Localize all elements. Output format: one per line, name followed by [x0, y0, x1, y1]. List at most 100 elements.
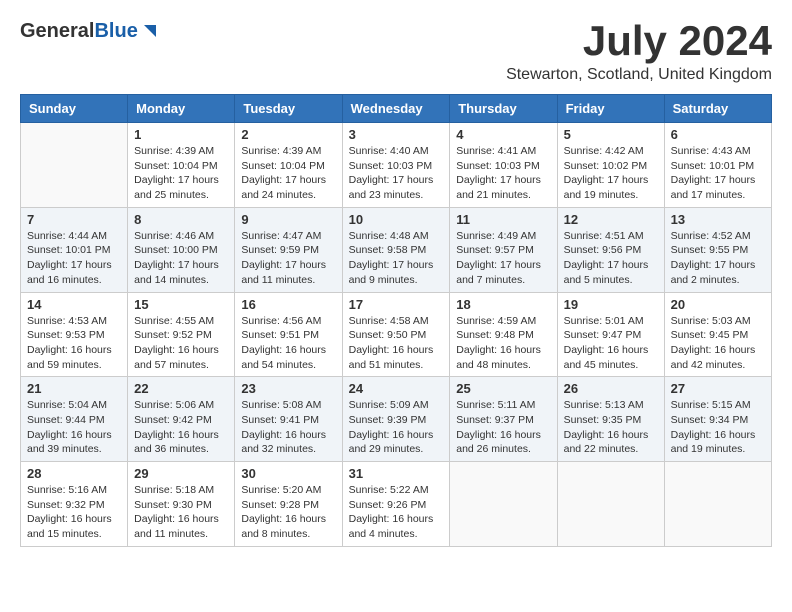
calendar-cell: 3 Sunrise: 4:40 AMSunset: 10:03 PMDayligh…: [342, 123, 450, 208]
calendar-cell: 19 Sunrise: 5:01 AMSunset: 9:47 PMDayligh…: [557, 292, 664, 377]
day-info: Sunrise: 4:46 AMSunset: 10:00 PMDaylight…: [134, 229, 228, 288]
calendar-cell: 23Sunrise: 5:08 AMSunset: 9:41 PMDayligh…: [235, 377, 342, 462]
day-number: 5: [564, 127, 658, 142]
day-info: Sunrise: 5:18 AMSunset: 9:30 PMDaylight:…: [134, 483, 228, 542]
day-info: Sunrise: 4:43 AMSunset: 10:01 PMDaylight…: [671, 144, 765, 203]
day-number: 31: [349, 466, 444, 481]
day-number: 9: [241, 212, 335, 227]
day-info: Sunrise: 4:44 AMSunset: 10:01 PMDaylight…: [27, 229, 121, 288]
day-info: Sunrise: 5:16 AMSunset: 9:32 PMDaylight:…: [27, 483, 121, 542]
logo: General Blue: [20, 20, 156, 43]
day-number: 12: [564, 212, 658, 227]
day-info: Sunrise: 5:20 AMSunset: 9:28 PMDaylight:…: [241, 483, 335, 542]
calendar-cell: 16 Sunrise: 4:56 AMSunset: 9:51 PMDayligh…: [235, 292, 342, 377]
calendar-cell: 14Sunrise: 4:53 AMSunset: 9:53 PMDayligh…: [21, 292, 128, 377]
day-number: 4: [456, 127, 550, 142]
day-info: Sunrise: 4:52 AMSunset: 9:55 PMDaylight:…: [671, 229, 765, 288]
day-info: Sunrise: 5:01 AMSunset: 9:47 PMDaylight:…: [564, 314, 658, 373]
day-info: Sunrise: 4:47 AMSunset: 9:59 PMDaylight:…: [241, 229, 335, 288]
calendar-cell: 7 Sunrise: 4:44 AMSunset: 10:01 PMDayligh…: [21, 207, 128, 292]
calendar-cell: 11Sunrise: 4:49 AMSunset: 9:57 PMDayligh…: [450, 207, 557, 292]
weekday-header: Saturday: [664, 95, 771, 123]
calendar-cell: [21, 123, 128, 208]
weekday-header: Sunday: [21, 95, 128, 123]
weekday-header: Wednesday: [342, 95, 450, 123]
calendar-cell: 31 Sunrise: 5:22 AMSunset: 9:26 PMDayligh…: [342, 462, 450, 547]
calendar-week-row: 21 Sunrise: 5:04 AMSunset: 9:44 PMDayligh…: [21, 377, 772, 462]
calendar-cell: 28 Sunrise: 5:16 AMSunset: 9:32 PMDayligh…: [21, 462, 128, 547]
day-number: 27: [671, 381, 765, 396]
day-info: Sunrise: 4:55 AMSunset: 9:52 PMDaylight:…: [134, 314, 228, 373]
calendar-cell: 21 Sunrise: 5:04 AMSunset: 9:44 PMDayligh…: [21, 377, 128, 462]
calendar-cell: 25Sunrise: 5:11 AMSunset: 9:37 PMDayligh…: [450, 377, 557, 462]
calendar-cell: 2 Sunrise: 4:39 AMSunset: 10:04 PMDayligh…: [235, 123, 342, 208]
day-number: 30: [241, 466, 335, 481]
day-number: 26: [564, 381, 658, 396]
calendar-cell: 24 Sunrise: 5:09 AMSunset: 9:39 PMDayligh…: [342, 377, 450, 462]
day-number: 3: [349, 127, 444, 142]
calendar-cell: 5 Sunrise: 4:42 AMSunset: 10:02 PMDayligh…: [557, 123, 664, 208]
calendar-cell: 9 Sunrise: 4:47 AMSunset: 9:59 PMDaylight…: [235, 207, 342, 292]
day-number: 29: [134, 466, 228, 481]
logo-icon: [138, 23, 156, 41]
weekday-header: Monday: [128, 95, 235, 123]
day-number: 25: [456, 381, 550, 396]
day-number: 8: [134, 212, 228, 227]
day-info: Sunrise: 4:39 AMSunset: 10:04 PMDaylight…: [241, 144, 335, 203]
calendar-header-row: SundayMondayTuesdayWednesdayThursdayFrid…: [21, 95, 772, 123]
calendar-cell: 17Sunrise: 4:58 AMSunset: 9:50 PMDayligh…: [342, 292, 450, 377]
day-number: 18: [456, 297, 550, 312]
day-number: 28: [27, 466, 121, 481]
day-number: 17: [349, 297, 444, 312]
calendar-cell: 26 Sunrise: 5:13 AMSunset: 9:35 PMDayligh…: [557, 377, 664, 462]
day-number: 21: [27, 381, 121, 396]
calendar-cell: 22 Sunrise: 5:06 AMSunset: 9:42 PMDayligh…: [128, 377, 235, 462]
day-number: 22: [134, 381, 228, 396]
calendar-cell: 13Sunrise: 4:52 AMSunset: 9:55 PMDayligh…: [664, 207, 771, 292]
day-info: Sunrise: 5:06 AMSunset: 9:42 PMDaylight:…: [134, 398, 228, 457]
day-info: Sunrise: 5:03 AMSunset: 9:45 PMDaylight:…: [671, 314, 765, 373]
day-number: 20: [671, 297, 765, 312]
calendar-cell: 18 Sunrise: 4:59 AMSunset: 9:48 PMDayligh…: [450, 292, 557, 377]
day-info: Sunrise: 4:42 AMSunset: 10:02 PMDaylight…: [564, 144, 658, 203]
month-title: July 2024: [506, 20, 772, 62]
calendar-cell: [664, 462, 771, 547]
weekday-header: Thursday: [450, 95, 557, 123]
day-number: 11: [456, 212, 550, 227]
day-number: 6: [671, 127, 765, 142]
day-number: 10: [349, 212, 444, 227]
calendar-week-row: 28 Sunrise: 5:16 AMSunset: 9:32 PMDayligh…: [21, 462, 772, 547]
day-info: Sunrise: 4:40 AMSunset: 10:03 PMDaylight…: [349, 144, 444, 203]
day-info: Sunrise: 5:08 AMSunset: 9:41 PMDaylight:…: [241, 398, 335, 457]
day-info: Sunrise: 5:22 AMSunset: 9:26 PMDaylight:…: [349, 483, 444, 542]
day-number: 7: [27, 212, 121, 227]
day-info: Sunrise: 5:04 AMSunset: 9:44 PMDaylight:…: [27, 398, 121, 457]
calendar-cell: 4Sunrise: 4:41 AMSunset: 10:03 PMDayligh…: [450, 123, 557, 208]
day-info: Sunrise: 5:15 AMSunset: 9:34 PMDaylight:…: [671, 398, 765, 457]
location-text: Stewarton, Scotland, United Kingdom: [506, 66, 772, 84]
calendar-cell: 6 Sunrise: 4:43 AMSunset: 10:01 PMDayligh…: [664, 123, 771, 208]
weekday-header: Tuesday: [235, 95, 342, 123]
day-info: Sunrise: 4:48 AMSunset: 9:58 PMDaylight:…: [349, 229, 444, 288]
calendar-cell: 27 Sunrise: 5:15 AMSunset: 9:34 PMDayligh…: [664, 377, 771, 462]
day-info: Sunrise: 4:39 AMSunset: 10:04 PMDaylight…: [134, 144, 228, 203]
calendar-week-row: 7 Sunrise: 4:44 AMSunset: 10:01 PMDayligh…: [21, 207, 772, 292]
title-section: July 2024 Stewarton, Scotland, United Ki…: [506, 20, 772, 84]
logo-general-text: General: [20, 20, 94, 43]
day-info: Sunrise: 5:13 AMSunset: 9:35 PMDaylight:…: [564, 398, 658, 457]
day-number: 2: [241, 127, 335, 142]
day-number: 19: [564, 297, 658, 312]
calendar-cell: 10 Sunrise: 4:48 AMSunset: 9:58 PMDayligh…: [342, 207, 450, 292]
day-info: Sunrise: 5:09 AMSunset: 9:39 PMDaylight:…: [349, 398, 444, 457]
calendar-cell: 1Sunrise: 4:39 AMSunset: 10:04 PMDayligh…: [128, 123, 235, 208]
day-info: Sunrise: 4:53 AMSunset: 9:53 PMDaylight:…: [27, 314, 121, 373]
calendar-week-row: 14Sunrise: 4:53 AMSunset: 9:53 PMDayligh…: [21, 292, 772, 377]
day-number: 24: [349, 381, 444, 396]
calendar-cell: 15Sunrise: 4:55 AMSunset: 9:52 PMDayligh…: [128, 292, 235, 377]
calendar-week-row: 1Sunrise: 4:39 AMSunset: 10:04 PMDayligh…: [21, 123, 772, 208]
day-number: 16: [241, 297, 335, 312]
day-info: Sunrise: 4:59 AMSunset: 9:48 PMDaylight:…: [456, 314, 550, 373]
calendar-cell: 12Sunrise: 4:51 AMSunset: 9:56 PMDayligh…: [557, 207, 664, 292]
page-header: General Blue July 2024 Stewarton, Scotla…: [20, 20, 772, 84]
day-info: Sunrise: 4:56 AMSunset: 9:51 PMDaylight:…: [241, 314, 335, 373]
